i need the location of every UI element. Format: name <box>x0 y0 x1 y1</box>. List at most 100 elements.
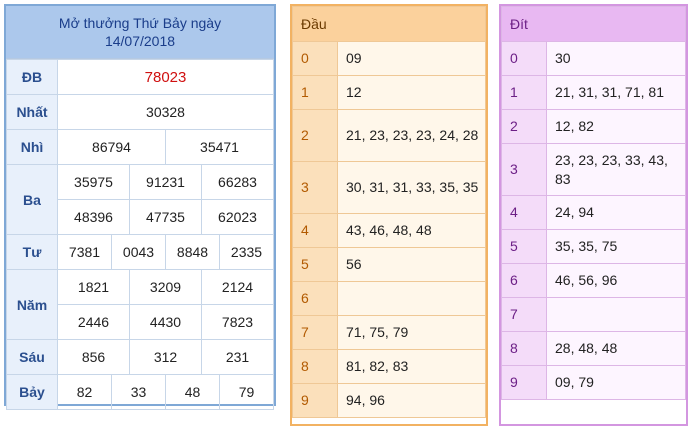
prize-value: 78023 <box>57 59 274 95</box>
prize-row-db: ĐB 78023 <box>6 59 274 95</box>
dau-value: 71, 75, 79 <box>337 315 486 350</box>
dit-value: 46, 56, 96 <box>546 263 686 298</box>
dit-value: 21, 31, 31, 71, 81 <box>546 75 686 110</box>
dau-table: Đầu 0 09 1 12 2 21, 23, 23, 23, 24, 28 3… <box>290 4 488 426</box>
prize-table: ĐB 78023 Nhất 30328 Nhì 86794 35471 Ba 3… <box>6 59 274 410</box>
dau-row: 6 <box>292 281 486 316</box>
dau-row: 1 12 <box>292 75 486 110</box>
prize-value: 7823 <box>201 305 273 339</box>
dit-row: 8 28, 48, 48 <box>501 331 686 366</box>
dit-row: 3 23, 23, 23, 33, 43, 83 <box>501 143 686 196</box>
prize-value: 82 <box>76 384 93 400</box>
dau-key: 8 <box>292 349 338 384</box>
dau-row: 8 81, 82, 83 <box>292 349 486 384</box>
prize-label: Nhì <box>6 129 58 165</box>
prize-row-bay: Bảy 82 33 48 79 <box>6 374 274 410</box>
dau-row: 2 21, 23, 23, 23, 24, 28 <box>292 109 486 162</box>
prize-value: 0043 <box>111 235 165 269</box>
dit-key: 2 <box>501 109 547 144</box>
dau-value: 21, 23, 23, 23, 24, 28 <box>337 109 486 162</box>
dau-value: 30, 31, 31, 33, 35, 35 <box>337 161 486 214</box>
dit-row: 9 09, 79 <box>501 365 686 400</box>
dit-row: 0 30 <box>501 41 686 76</box>
dit-row: 2 12, 82 <box>501 109 686 144</box>
dau-key: 3 <box>292 161 338 214</box>
prize-label: Ba <box>6 164 58 235</box>
prize-value: 48 <box>165 375 219 409</box>
dau-value: 12 <box>337 75 486 110</box>
prize-row-nhi: Nhì 86794 35471 <box>6 129 274 165</box>
results-header: Mở thưởng Thứ Bảy ngày 14/07/2018 <box>6 6 274 59</box>
dau-key: 1 <box>292 75 338 110</box>
prize-value: 7381 <box>68 244 101 260</box>
dau-value: 56 <box>337 247 486 282</box>
prize-row-nhat: Nhất 30328 <box>6 94 274 130</box>
prize-label: Tư <box>6 234 58 270</box>
dit-value: 35, 35, 75 <box>546 229 686 264</box>
dit-key: 0 <box>501 41 547 76</box>
prize-value: 62023 <box>201 200 273 234</box>
dau-header: Đầu <box>292 6 486 42</box>
dit-value <box>546 297 686 332</box>
dau-key: 6 <box>292 281 338 316</box>
prize-value: 33 <box>111 375 165 409</box>
prize-value: 2335 <box>219 235 273 269</box>
dau-key: 2 <box>292 109 338 162</box>
prize-value: 48396 <box>74 209 113 225</box>
dau-row: 0 09 <box>292 41 486 76</box>
prize-value: 86794 <box>92 139 131 155</box>
prize-row-tu: Tư 7381 0043 8848 2335 <box>6 234 274 270</box>
results-date: 14/07/2018 <box>104 33 176 49</box>
dit-value: 24, 94 <box>546 195 686 230</box>
dau-key: 5 <box>292 247 338 282</box>
dit-row: 5 35, 35, 75 <box>501 229 686 264</box>
dit-key: 4 <box>501 195 547 230</box>
dit-key: 6 <box>501 263 547 298</box>
prize-value: 47735 <box>129 200 201 234</box>
dit-table: Đít 0 30 1 21, 31, 31, 71, 81 2 12, 82 3… <box>499 4 688 426</box>
dau-key: 7 <box>292 315 338 350</box>
dit-key: 7 <box>501 297 547 332</box>
prize-value: 2124 <box>201 270 273 304</box>
dau-key: 0 <box>292 41 338 76</box>
prize-row-sau: Sáu 856 312 231 <box>6 339 274 375</box>
dit-value: 28, 48, 48 <box>546 331 686 366</box>
prize-label: ĐB <box>6 59 58 95</box>
dau-value: 43, 46, 48, 48 <box>337 213 486 248</box>
dit-key: 3 <box>501 143 547 196</box>
prize-value: 8848 <box>165 235 219 269</box>
dit-key: 1 <box>501 75 547 110</box>
dit-header: Đít <box>501 6 686 42</box>
prize-value: 91231 <box>129 165 201 199</box>
dit-value: 12, 82 <box>546 109 686 144</box>
dau-key: 9 <box>292 383 338 418</box>
dit-value: 09, 79 <box>546 365 686 400</box>
dit-key: 9 <box>501 365 547 400</box>
prize-value: 1821 <box>77 279 110 295</box>
dit-key: 5 <box>501 229 547 264</box>
dau-key: 4 <box>292 213 338 248</box>
dit-row: 6 46, 56, 96 <box>501 263 686 298</box>
dit-value: 23, 23, 23, 33, 43, 83 <box>546 143 686 196</box>
lottery-results-table: Mở thưởng Thứ Bảy ngày 14/07/2018 ĐB 780… <box>4 4 276 410</box>
dit-row: 1 21, 31, 31, 71, 81 <box>501 75 686 110</box>
prize-value: 231 <box>201 340 273 374</box>
prize-value: 4430 <box>129 305 201 339</box>
prize-value: 35975 <box>74 174 113 190</box>
dau-value: 81, 82, 83 <box>337 349 486 384</box>
dit-row: 4 24, 94 <box>501 195 686 230</box>
dau-header-row: Đầu <box>292 6 486 42</box>
prize-label: Nhất <box>6 94 58 130</box>
dit-header-row: Đít <box>501 6 686 42</box>
prize-value: 312 <box>129 340 201 374</box>
dau-value: 09 <box>337 41 486 76</box>
dau-value <box>337 281 486 316</box>
prize-label: Năm <box>6 269 58 340</box>
prize-value: 35471 <box>165 130 273 164</box>
prize-value: 2446 <box>77 314 110 330</box>
prize-value: 79 <box>219 375 273 409</box>
dau-row: 9 94, 96 <box>292 383 486 418</box>
results-title: Mở thưởng Thứ Bảy ngày <box>58 15 222 31</box>
dau-row: 4 43, 46, 48, 48 <box>292 213 486 248</box>
prize-value: 856 <box>81 349 106 365</box>
